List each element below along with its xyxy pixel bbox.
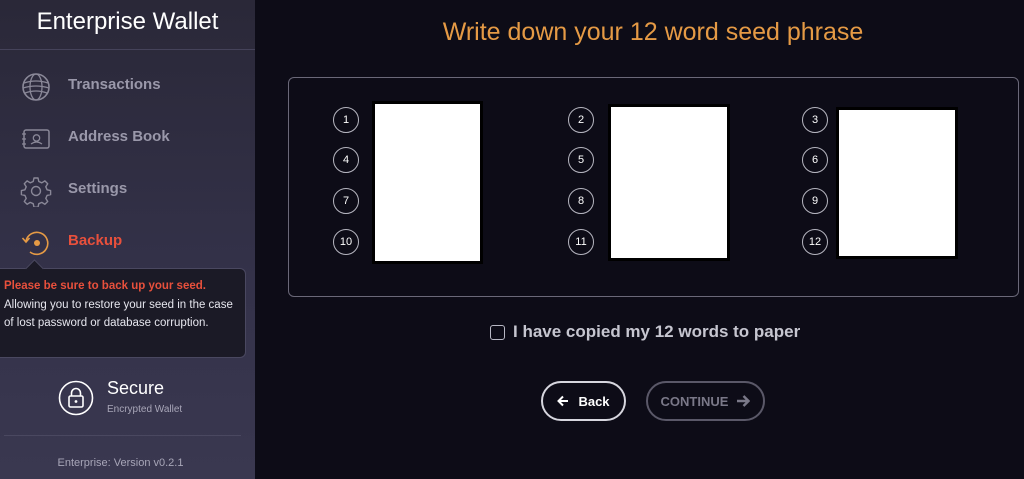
- seed-phrase-panel: 1 4 7 10 2 5 8 11 3 6 9 12: [288, 77, 1019, 297]
- back-label: Back: [578, 393, 610, 409]
- version-label: Enterprise: Version v0.2.1: [57, 457, 184, 469]
- sidebar: Enterprise Wallet Transactions Address B…: [0, 0, 255, 479]
- word-number: 4: [333, 147, 359, 173]
- sidebar-item-settings[interactable]: Settings: [0, 165, 255, 215]
- checkbox-label[interactable]: I have copied my 12 words to paper: [513, 322, 800, 342]
- secure-subtitle: Encrypted Wallet: [107, 404, 183, 415]
- sidebar-item-label: Address Book: [68, 128, 170, 145]
- address-book-icon: [22, 129, 50, 149]
- page-title: Write down your 12 word seed phrase: [442, 18, 864, 46]
- continue-button[interactable]: CONTINUE: [646, 381, 765, 421]
- sidebar-item-transactions[interactable]: Transactions: [0, 61, 255, 111]
- sidebar-item-label: Settings: [68, 180, 128, 197]
- word-number: 7: [333, 188, 359, 214]
- backup-tooltip: Please be sure to back up your seed. All…: [0, 268, 246, 358]
- word-number: 8: [568, 188, 594, 214]
- sidebar-item-backup[interactable]: Backup: [0, 217, 255, 267]
- word-number: 5: [568, 147, 594, 173]
- sidebar-divider: [4, 435, 241, 436]
- word-number: 2: [568, 107, 594, 133]
- seed-words-column-1: [372, 101, 483, 264]
- sidebar-item-label: Backup: [68, 232, 123, 249]
- word-number: 10: [333, 229, 359, 255]
- arrow-left-icon: [557, 395, 569, 407]
- arrow-right-icon: [737, 395, 751, 407]
- seed-words-column-3: [836, 107, 958, 259]
- app-title: Enterprise Wallet: [0, 0, 255, 50]
- word-number: 1: [333, 107, 359, 133]
- back-button[interactable]: Back: [541, 381, 626, 421]
- sidebar-item-label: Transactions: [68, 76, 161, 93]
- globe-icon: [22, 73, 50, 101]
- sidebar-item-address-book[interactable]: Address Book: [0, 113, 255, 163]
- word-number: 11: [568, 229, 594, 255]
- word-number: 6: [802, 147, 828, 173]
- copied-confirmation-checkbox[interactable]: I have copied my 12 words to paper: [490, 322, 800, 342]
- checkbox-box[interactable]: [490, 324, 505, 340]
- secure-title: Secure: [107, 378, 165, 398]
- tooltip-body: Allowing you to restore your seed in the…: [4, 298, 233, 330]
- word-number: 3: [802, 107, 828, 133]
- gear-icon: [20, 177, 52, 207]
- word-number: 9: [802, 188, 828, 214]
- backup-icon: [21, 231, 49, 256]
- continue-label: CONTINUE: [660, 393, 729, 409]
- word-number: 12: [802, 229, 828, 255]
- tooltip-warning: Please be sure to back up your seed.: [4, 280, 206, 292]
- lock-icon: [58, 380, 94, 416]
- seed-words-column-2: [608, 104, 730, 261]
- secure-badge: Secure Encrypted Wallet: [58, 378, 218, 418]
